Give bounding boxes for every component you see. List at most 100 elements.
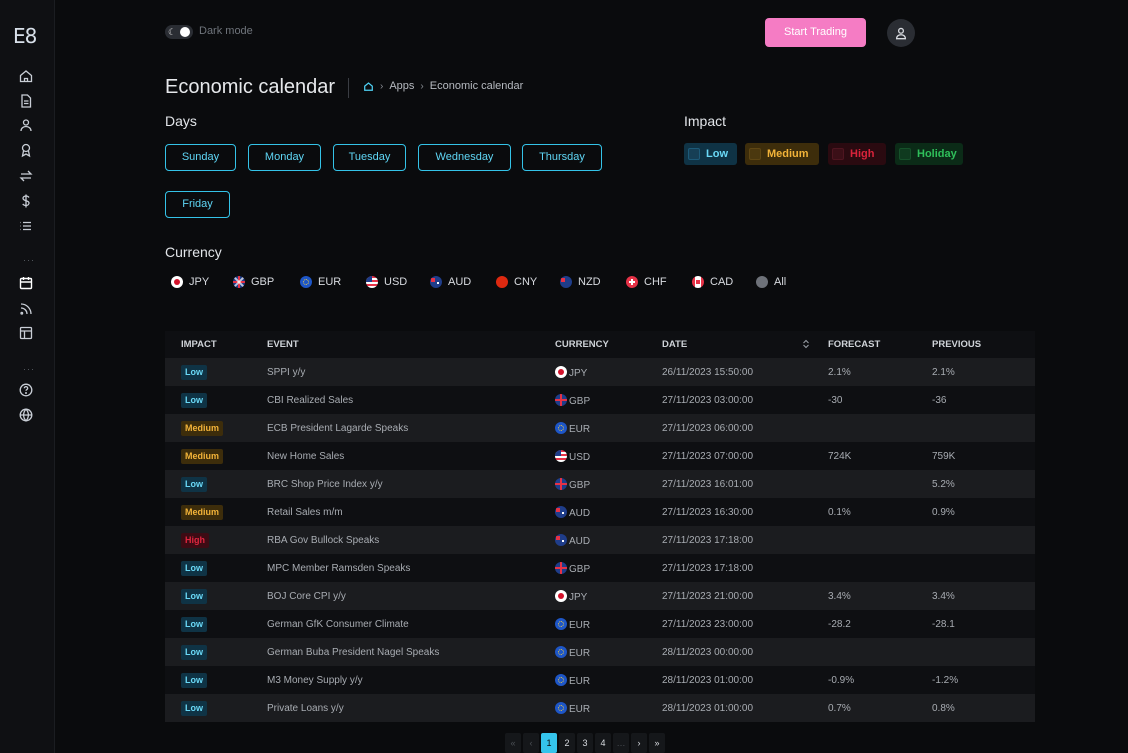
column-header-currency[interactable]: CURRENCY: [555, 331, 662, 358]
next-page-button[interactable]: ›: [631, 733, 647, 753]
cell-event: BRC Shop Price Index y/y: [267, 478, 383, 490]
table-row[interactable]: Medium ECB President Lagarde Speaks EUR 27/…: [165, 414, 1035, 442]
page-4-button[interactable]: 4: [595, 733, 611, 753]
document-icon[interactable]: [18, 93, 34, 109]
globe-icon[interactable]: [18, 407, 34, 423]
page-2-button[interactable]: 2: [559, 733, 575, 753]
user-icon[interactable]: [18, 117, 34, 133]
currency-code: CAD: [710, 276, 734, 288]
table-row[interactable]: High RBA Gov Bullock Speaks AUD 27/11/2023 …: [165, 526, 1035, 554]
cell-event: ECB President Lagarde Speaks: [267, 422, 409, 434]
home-icon[interactable]: [363, 81, 374, 92]
prev-page-button[interactable]: ‹: [523, 733, 539, 753]
cell-impact: Low: [165, 554, 267, 582]
divider-dots: ···: [23, 255, 35, 265]
cell-forecast: 0.1%: [828, 506, 851, 518]
home-icon[interactable]: [18, 68, 34, 84]
calendar-icon[interactable]: [18, 275, 34, 291]
day-thursday-button[interactable]: Thursday: [522, 144, 602, 171]
checkbox[interactable]: [688, 148, 700, 160]
day-sunday-button[interactable]: Sunday: [165, 144, 236, 171]
currency-filter-chf[interactable]: CHF: [626, 276, 692, 288]
cell-forecast: [828, 638, 932, 666]
cell-date: 28/11/2023 01:00:00: [662, 702, 754, 714]
column-header-event[interactable]: EVENT: [267, 331, 555, 358]
currency-filter-all[interactable]: All: [756, 276, 786, 288]
layout-icon[interactable]: [18, 325, 34, 341]
table-row[interactable]: Low BOJ Core CPI y/y JPY 27/11/2023 21:00:0…: [165, 582, 1035, 610]
breadcrumb-divider: [348, 78, 349, 98]
cell-currency: AUD: [555, 526, 662, 554]
impact-badge: Low: [181, 644, 207, 660]
switzerland-flag-icon: [626, 276, 638, 288]
cell-forecast: 3.4%: [828, 590, 851, 602]
table-row[interactable]: Low Private Loans y/y EUR 28/11/2023 01:00:…: [165, 694, 1035, 722]
currency-filter-eur[interactable]: EUR: [300, 276, 366, 288]
table-row[interactable]: Low BRC Shop Price Index y/y GBP 27/11/2023…: [165, 470, 1035, 498]
cell-currency: USD: [555, 442, 662, 470]
start-trading-button[interactable]: Start Trading: [765, 18, 866, 47]
table-row[interactable]: Low SPPI y/y JPY 26/11/2023 15:50:00 2.1% 2.1…: [165, 358, 1035, 386]
day-friday-button[interactable]: Friday: [165, 191, 230, 218]
column-header-previous[interactable]: PREVIOUS: [932, 331, 1035, 358]
rss-icon[interactable]: [18, 301, 34, 317]
impact-filter-holiday[interactable]: Holiday: [895, 143, 963, 165]
checkbox[interactable]: [832, 148, 844, 160]
currency-filter-usd[interactable]: USD: [366, 276, 430, 288]
currency-filter-jpy[interactable]: JPY: [171, 276, 233, 288]
currency-filter-cad[interactable]: CAD: [692, 276, 756, 288]
impact-filter-medium[interactable]: Medium: [745, 143, 819, 165]
currency-filter-cny[interactable]: CNY: [496, 276, 560, 288]
cell-forecast: 724K: [828, 450, 852, 462]
currency-filter-aud[interactable]: AUD: [430, 276, 496, 288]
dark-mode-toggle[interactable]: ☾: [165, 25, 193, 39]
page-1-button[interactable]: 1: [541, 733, 557, 753]
impact-filter-label: High: [850, 148, 875, 160]
award-icon[interactable]: [18, 142, 34, 158]
pagination-ellipsis: …: [613, 733, 629, 753]
australia-flag-icon: [430, 276, 442, 288]
day-wednesday-button[interactable]: Wednesday: [418, 144, 511, 171]
table-row[interactable]: Low MPC Member Ramsden Speaks GBP 27/11/202…: [165, 554, 1035, 582]
checkbox[interactable]: [899, 148, 911, 160]
column-header-forecast[interactable]: FORECAST: [828, 331, 932, 358]
cell-forecast: [828, 554, 932, 582]
table-row[interactable]: Medium New Home Sales USD 27/11/2023 07:00:…: [165, 442, 1035, 470]
column-header-date[interactable]: DATE: [662, 331, 828, 358]
day-monday-button[interactable]: Monday: [248, 144, 321, 171]
table-row[interactable]: Low German GfK Consumer Climate EUR 27/11/2…: [165, 610, 1035, 638]
currency-code: USD: [569, 451, 591, 463]
sort-icon[interactable]: [802, 339, 810, 349]
dollar-icon[interactable]: [18, 193, 34, 209]
impact-filter-low[interactable]: Low: [684, 143, 737, 165]
cell-currency: JPY: [555, 358, 662, 386]
currency-code: EUR: [569, 619, 591, 631]
table-row[interactable]: Low M3 Money Supply y/y EUR 28/11/2023 01:0…: [165, 666, 1035, 694]
uk-flag-icon: [233, 276, 245, 288]
table-row[interactable]: Medium Retail Sales m/m AUD 27/11/2023 16:3…: [165, 498, 1035, 526]
page-title: Economic calendar: [165, 76, 336, 98]
checkbox[interactable]: [749, 148, 761, 160]
cell-previous: 759K: [932, 450, 956, 462]
list-icon[interactable]: [18, 218, 34, 234]
impact-badge: Low: [181, 392, 207, 408]
user-menu-button[interactable]: [887, 19, 915, 47]
cell-currency: GBP: [555, 554, 662, 582]
breadcrumb: › Apps › Economic calendar: [363, 80, 523, 92]
first-page-button[interactable]: «: [505, 733, 521, 753]
topbar: ☾ Dark mode Start Trading: [0, 0, 1128, 58]
table-row[interactable]: Low German Buba President Nagel Speaks EUR…: [165, 638, 1035, 666]
table-row[interactable]: Low CBI Realized Sales GBP 27/11/2023 03:00…: [165, 386, 1035, 414]
exchange-icon[interactable]: [18, 168, 34, 184]
impact-filter-high[interactable]: High: [828, 143, 886, 165]
column-header-label: DATE: [662, 339, 688, 350]
last-page-button[interactable]: »: [649, 733, 665, 753]
currency-filter-gbp[interactable]: GBP: [233, 276, 300, 288]
currency-filter-nzd[interactable]: NZD: [560, 276, 626, 288]
help-icon[interactable]: [18, 382, 34, 398]
column-header-impact[interactable]: IMPACT: [165, 331, 267, 358]
breadcrumb-apps[interactable]: Apps: [389, 80, 414, 92]
day-tuesday-button[interactable]: Tuesday: [333, 144, 406, 171]
page-3-button[interactable]: 3: [577, 733, 593, 753]
currency-code: AUD: [569, 507, 591, 519]
